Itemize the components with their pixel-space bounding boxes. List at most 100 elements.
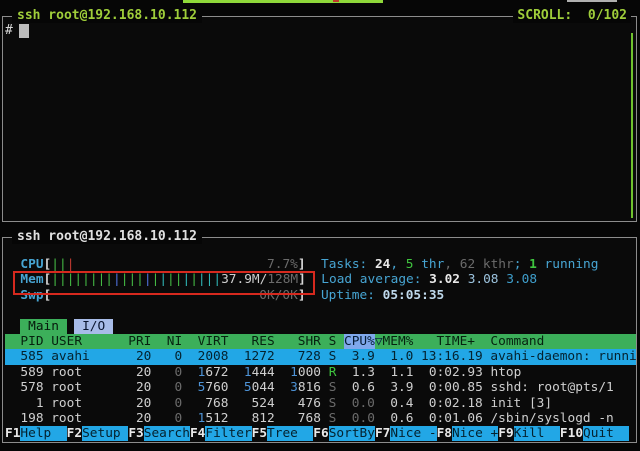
meter-bar: | bbox=[136, 272, 144, 287]
sort-direction-icon: ▽ bbox=[375, 334, 383, 349]
tab-main[interactable]: Main bbox=[20, 319, 66, 334]
top-edge-green-segment bbox=[183, 0, 383, 3]
fkey-key[interactable]: F7 bbox=[375, 426, 390, 441]
fkey-label[interactable]: Help bbox=[20, 426, 66, 441]
process-cell: 760 bbox=[205, 380, 244, 395]
meter-label: CPU bbox=[20, 257, 43, 272]
meter-bar: | bbox=[198, 272, 206, 287]
process-cell: 768 524 476 bbox=[182, 396, 328, 411]
pane-shell[interactable]: ssh root@192.168.10.112 SCROLL: 0/102 # bbox=[2, 16, 637, 222]
text-segment bbox=[5, 319, 20, 334]
process-cell: 044 bbox=[252, 380, 291, 395]
summary-text: Uptime: bbox=[321, 288, 383, 303]
process-cell: 5 bbox=[244, 380, 252, 395]
meter-value: 37.9M/ bbox=[221, 272, 267, 287]
meter-bar: | bbox=[74, 272, 82, 287]
text-segment bbox=[74, 257, 267, 272]
fkey-key[interactable]: F6 bbox=[313, 426, 328, 441]
summary-text: 3.02 bbox=[429, 272, 468, 287]
column-headers: MEM% TIME+ Command bbox=[383, 334, 545, 349]
sort-column-header[interactable]: CPU% bbox=[344, 334, 375, 349]
meter-bar: | bbox=[105, 272, 113, 287]
summary-text: Tasks: bbox=[321, 257, 375, 272]
fkey-label[interactable]: Tree bbox=[267, 426, 313, 441]
htop-tabs: Main I/O bbox=[5, 319, 636, 334]
pane-title-inactive: ssh root@192.168.10.112 bbox=[12, 229, 202, 244]
meter-bar: | bbox=[51, 257, 59, 272]
meter-bar: | bbox=[190, 272, 198, 287]
summary-text: 3.08 bbox=[506, 272, 537, 287]
meter-bar: | bbox=[213, 272, 221, 287]
meter-value: 7.7% bbox=[267, 257, 298, 272]
text-segment bbox=[306, 272, 321, 287]
meter-bar: | bbox=[59, 257, 67, 272]
fkey-key[interactable]: F4 bbox=[190, 426, 205, 441]
text-segment bbox=[5, 272, 20, 287]
text-segment: ] bbox=[298, 272, 306, 287]
fkey-label[interactable]: Nice - bbox=[390, 426, 436, 441]
fkey-label[interactable]: Quit bbox=[583, 426, 629, 441]
summary-text: ; bbox=[514, 257, 529, 272]
meter-bar: | bbox=[128, 272, 136, 287]
process-row[interactable]: 1 root 20 0 768 524 476 S 0.0 0.4 0:02.1… bbox=[5, 396, 636, 411]
fkey-key[interactable]: F3 bbox=[128, 426, 143, 441]
fkey-key[interactable]: F5 bbox=[252, 426, 267, 441]
top-edge-gray-segment bbox=[567, 0, 617, 2]
text-segment bbox=[51, 288, 259, 303]
fkey-key[interactable]: F9 bbox=[498, 426, 513, 441]
tab-i/o[interactable]: I/O bbox=[74, 319, 113, 334]
process-cell bbox=[336, 396, 351, 411]
fkey-label[interactable]: SortBy bbox=[329, 426, 375, 441]
fkey-label[interactable]: Kill bbox=[514, 426, 560, 441]
summary-text: 05:05:35 bbox=[383, 288, 445, 303]
fkey-key[interactable]: F10 bbox=[560, 426, 583, 441]
meter-bar: | bbox=[82, 272, 90, 287]
process-cell: 3 bbox=[290, 380, 298, 395]
pane-htop[interactable]: ssh root@192.168.10.112 CPU[||| 7.7%] Ta… bbox=[2, 237, 637, 443]
process-row[interactable]: 585 avahi 20 0 2008 1272 728 S 3.9 1.0 1… bbox=[5, 349, 636, 364]
summary-text: 3.08 bbox=[468, 272, 507, 287]
htop-screen: CPU[||| 7.7%] Tasks: 24, 5 thr, 62 kthr;… bbox=[5, 257, 636, 442]
column-headers: PID USER PRI NI VIRT RES SHR S bbox=[5, 334, 344, 349]
scroll-indicator: SCROLL: 0/102 bbox=[513, 8, 631, 23]
summary-text: , bbox=[390, 257, 405, 272]
process-cell: 0.6 0:01.06 /sbin/syslogd -n bbox=[375, 411, 614, 426]
fkey-key[interactable]: F1 bbox=[5, 426, 20, 441]
fkey-label[interactable]: Setup bbox=[82, 426, 128, 441]
top-edge-red-dot bbox=[333, 0, 339, 2]
fkey-key[interactable]: F8 bbox=[437, 426, 452, 441]
meter-bar: | bbox=[113, 272, 121, 287]
process-cell bbox=[182, 411, 197, 426]
meter-label: Swp bbox=[20, 288, 43, 303]
meter-bar: | bbox=[167, 272, 175, 287]
text-segment: ] bbox=[298, 288, 306, 303]
table-header: PID USER PRI NI VIRT RES SHR S CPU%▽MEM%… bbox=[5, 334, 636, 349]
pane-title-active: ssh root@192.168.10.112 bbox=[12, 8, 202, 23]
scrollbar[interactable] bbox=[631, 33, 633, 218]
process-cell bbox=[336, 411, 351, 426]
fkey-key[interactable]: F2 bbox=[67, 426, 82, 441]
process-cell: 0.0 bbox=[352, 396, 375, 411]
process-cell: 585 avahi 20 0 2008 1272 728 S 3.9 1.0 1… bbox=[5, 349, 636, 364]
meter-label: Mem bbox=[20, 272, 43, 287]
process-cell: 589 root 20 bbox=[5, 365, 175, 380]
fkey-label[interactable]: Nice + bbox=[452, 426, 498, 441]
process-cell: 1 bbox=[290, 365, 298, 380]
process-row[interactable]: 578 root 20 0 5760 5044 3816 S 0.6 3.9 0… bbox=[5, 380, 636, 395]
process-cell: 0.6 3.9 0:00.85 sshd: root@pts/1 bbox=[336, 380, 613, 395]
meter-bar: | bbox=[90, 272, 98, 287]
shell-prompt-line[interactable]: # bbox=[5, 23, 29, 38]
text-segment bbox=[306, 257, 321, 272]
blank-line bbox=[5, 303, 636, 318]
process-row[interactable]: 589 root 20 0 1672 1444 1000 R 1.3 1.1 0… bbox=[5, 365, 636, 380]
process-row[interactable]: 198 root 20 0 1512 812 768 S 0.0 0.6 0:0… bbox=[5, 411, 636, 426]
process-cell: 444 bbox=[252, 365, 291, 380]
process-cell: 816 bbox=[298, 380, 329, 395]
summary-text: 24 bbox=[375, 257, 390, 272]
summary-text: 1 bbox=[529, 257, 537, 272]
fkey-label[interactable]: Filter bbox=[205, 426, 251, 441]
meter-bar: | bbox=[51, 272, 59, 287]
meter-row-mem: Mem[||||||||||||||||||||||37.9M/128M] Lo… bbox=[5, 272, 636, 287]
fkey-label[interactable]: Search bbox=[144, 426, 190, 441]
meter-bar: | bbox=[144, 272, 152, 287]
